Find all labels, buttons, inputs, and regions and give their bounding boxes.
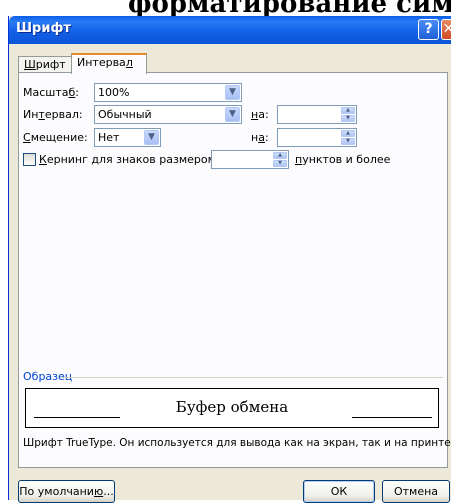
font-type-description: Шрифт TrueType. Он используется для выво… <box>23 437 451 449</box>
spacing-by-spinner[interactable]: ▲ ▼ <box>277 105 357 124</box>
spin-down-icon[interactable]: ▼ <box>341 138 355 145</box>
tab-character-spacing[interactable]: Интервал <box>71 53 147 74</box>
dialog-title: Шрифт <box>16 21 71 36</box>
sample-preview-text: Буфер обмена <box>175 398 289 416</box>
position-by-spinner[interactable]: ▲ ▼ <box>277 128 357 147</box>
spacing-by-label: на: <box>251 108 269 121</box>
kerning-suffix-label: пунктов и более <box>295 153 391 166</box>
close-button[interactable]: ✕ <box>441 19 451 40</box>
tab-font[interactable]: Шрифт <box>18 56 72 73</box>
chevron-down-icon: ▼ <box>144 130 159 145</box>
position-by-label: на: <box>251 131 269 144</box>
baseline-rule-right <box>352 417 432 418</box>
chevron-down-icon: ▼ <box>225 85 240 100</box>
spin-up-icon[interactable]: ▲ <box>273 152 287 159</box>
scale-value: 100% <box>98 86 130 99</box>
kerning-checkbox[interactable] <box>23 153 36 166</box>
close-icon: ✕ <box>443 21 451 37</box>
spacing-tab-panel: Масштаб: 100% ▼ Интервал: Обычный ▼ на: … <box>18 72 451 468</box>
sample-preview-box: Буфер обмена <box>25 388 439 428</box>
spin-up-icon[interactable]: ▲ <box>341 107 355 114</box>
font-dialog: Шрифт ? ✕ Шрифт Интервал Масштаб: 100% ▼… <box>8 16 451 503</box>
kerning-label[interactable]: Кернинг для знаков размером: <box>39 153 220 166</box>
position-label: Смещение: <box>23 131 88 144</box>
spin-down-icon[interactable]: ▼ <box>341 115 355 122</box>
spacing-dropdown[interactable]: Обычный ▼ <box>94 105 242 124</box>
scale-label: Масштаб: <box>23 86 80 99</box>
kerning-size-spinner[interactable]: ▲ ▼ <box>211 150 289 169</box>
spacing-value: Обычный <box>98 108 152 121</box>
help-icon: ? <box>424 21 433 37</box>
baseline-rule-left <box>34 417 120 418</box>
spacing-label: Интервал: <box>23 108 83 121</box>
position-dropdown[interactable]: Нет ▼ <box>94 128 161 147</box>
sample-divider <box>63 377 443 378</box>
position-value: Нет <box>98 131 120 144</box>
spin-down-icon[interactable]: ▼ <box>273 160 287 167</box>
help-button[interactable]: ? <box>418 19 439 40</box>
chevron-down-icon: ▼ <box>225 107 240 122</box>
scale-dropdown[interactable]: 100% ▼ <box>94 83 242 102</box>
title-bar[interactable]: Шрифт ? ✕ <box>9 16 451 44</box>
spin-up-icon[interactable]: ▲ <box>341 130 355 137</box>
